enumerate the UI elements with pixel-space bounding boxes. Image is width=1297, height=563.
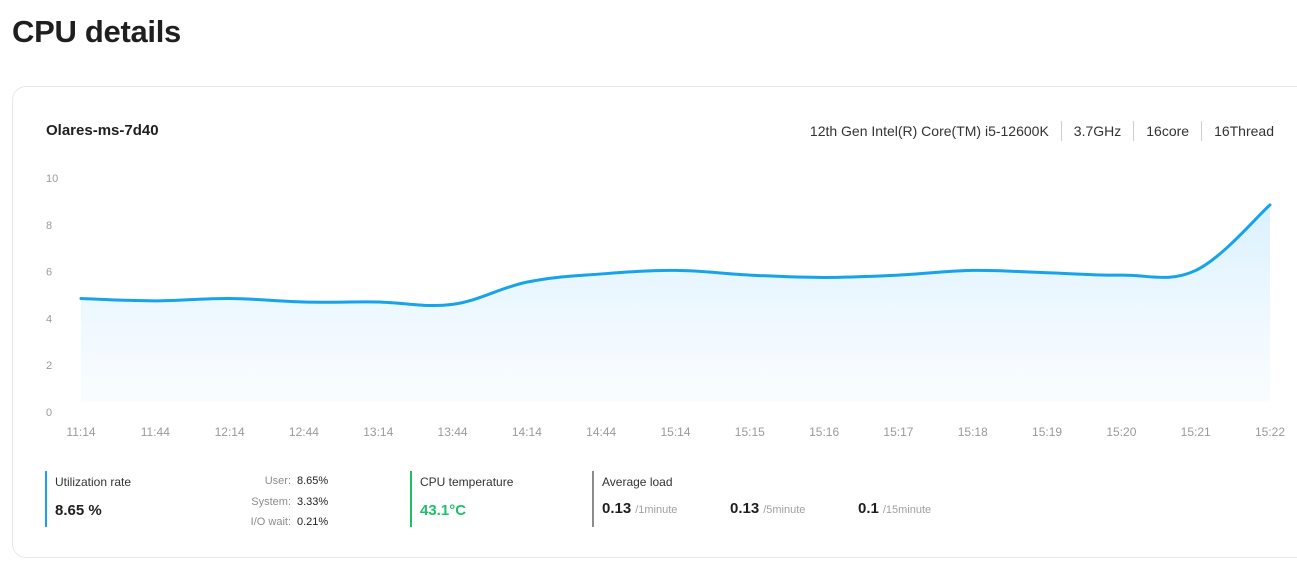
y-tick-label: 8 [46,220,52,232]
cpu-usage-chart[interactable]: 0 2 4 6 8 10 11:14 11:44 12:14 12:44 13:14 13:44 14… [13,87,1297,457]
data-point[interactable] [895,272,901,278]
breakdown-name: I/O wait: [250,516,291,529]
average-load-label: Average load [602,475,673,489]
x-tick-label: 15:15 [735,425,765,439]
breakdown-row-user: User: 8.65% [207,471,328,492]
cpu-details-card: Olares-ms-7d40 12th Gen Intel(R) Core(TM… [12,86,1297,558]
data-point[interactable] [1118,272,1124,278]
x-tick-label: 15:20 [1106,425,1136,439]
x-axis: 11:14 11:44 12:14 12:44 13:14 13:44 14:14 14:44… [66,425,1285,439]
data-point[interactable] [78,296,84,302]
y-tick-label: 4 [46,313,52,325]
breakdown-name: User: [264,475,291,488]
x-tick-label: 12:44 [289,425,319,439]
temperature-label: CPU temperature [420,475,514,489]
data-point[interactable] [524,279,530,285]
y-tick-label: 2 [46,360,52,372]
average-load-panel: Average load 0.13 /1minute 0.13 /5minute… [592,471,1012,527]
breakdown-value: 3.33% [297,495,329,508]
data-point[interactable] [301,299,307,305]
utilization-breakdown: User: 8.65% System: 3.33% I/O wait: 0.21… [207,471,329,533]
x-tick-label: 15:21 [1181,425,1211,439]
utilization-value: 8.65 % [55,502,102,519]
series-area [81,204,1270,402]
x-tick-label: 15:14 [660,425,690,439]
x-tick-label: 14:14 [512,425,542,439]
x-tick-label: 15:22 [1255,425,1285,439]
x-tick-label: 14:44 [586,425,616,439]
data-point[interactable] [152,298,158,304]
x-tick-label: 12:14 [215,425,245,439]
x-tick-label: 11:44 [141,425,170,439]
data-point[interactable] [673,267,679,273]
y-axis: 0 2 4 6 8 10 [46,173,58,419]
data-point[interactable] [1044,270,1050,276]
load-unit: /15minute [882,504,932,516]
load-unit: /1minute [635,504,678,516]
load-unit: /5minute [763,504,806,516]
breakdown-value: 8.65% [297,475,329,488]
y-tick-label: 6 [46,267,52,279]
data-point[interactable] [227,296,233,302]
data-point[interactable] [970,267,976,273]
breakdown-name: System: [251,495,291,508]
load-5min: 0.13 /5minute [730,500,805,517]
x-tick-label: 11:14 [66,425,95,439]
plot-area [78,202,1273,402]
y-tick-label: 10 [46,173,58,185]
breakdown-row-iowait: I/O wait: 0.21% [207,512,329,533]
data-point[interactable] [450,301,456,307]
data-point[interactable] [375,299,381,305]
load-value: 0.1 [858,500,879,517]
temperature-value: 43.1°C [420,502,467,519]
x-tick-label: 15:18 [958,425,988,439]
load-value: 0.13 [602,500,632,517]
load-1min: 0.13 /1minute [602,500,677,517]
x-tick-label: 13:44 [438,425,468,439]
breakdown-row-system: System: 3.33% [207,492,328,513]
data-point[interactable] [1267,202,1273,208]
data-point[interactable] [747,272,753,278]
data-point[interactable] [1193,267,1199,273]
load-value: 0.13 [730,500,760,517]
page-title: CPU details [12,14,181,49]
utilization-label: Utilization rate [55,475,132,489]
utilization-panel: Utilization rate 8.65 % User: 8.65% Syst… [45,471,345,528]
data-point[interactable] [598,271,604,277]
x-tick-label: 15:19 [1032,425,1062,439]
x-tick-label: 15:16 [809,425,839,439]
x-tick-label: 13:14 [363,425,393,439]
temperature-panel: CPU temperature 43.1°C [410,471,570,527]
load-15min: 0.1 /15minute [858,500,931,517]
y-tick-label: 0 [46,407,52,419]
data-point[interactable] [821,274,827,280]
x-tick-label: 15:17 [883,425,913,439]
breakdown-value: 0.21% [297,516,329,529]
